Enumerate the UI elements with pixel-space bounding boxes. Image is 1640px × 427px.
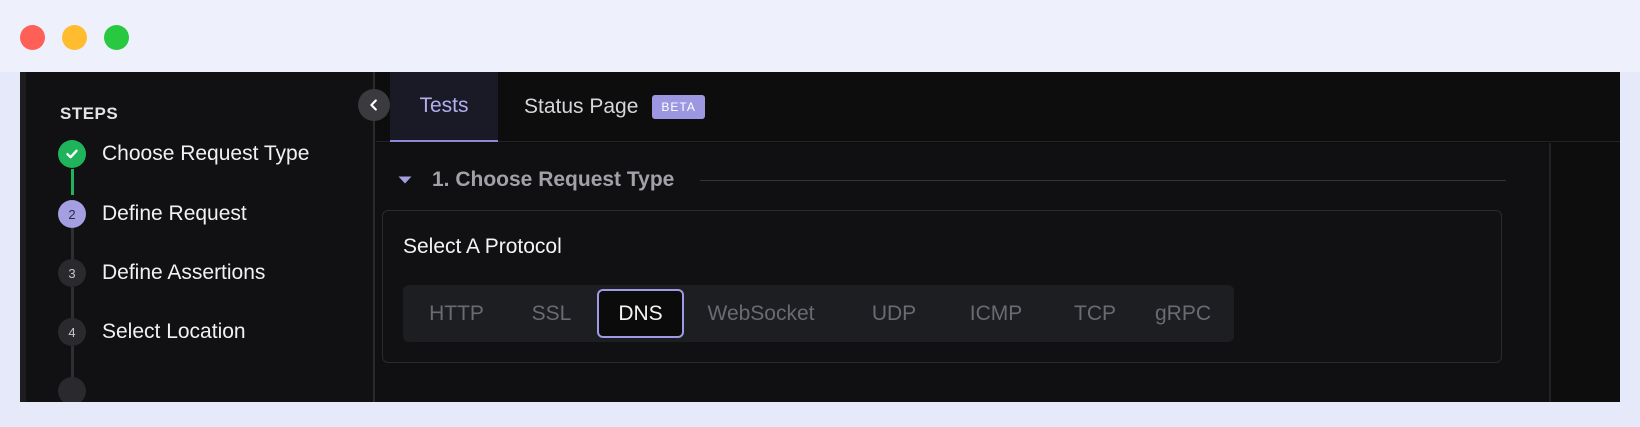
check-icon: [58, 140, 86, 168]
step-define-assertions[interactable]: 3 Define Assertions: [58, 258, 265, 288]
tab-label: Status Page: [524, 95, 639, 118]
content-gutter: [1549, 143, 1551, 402]
caret-down-icon[interactable]: [396, 171, 414, 189]
protocol-http-button[interactable]: HTTP: [409, 289, 504, 338]
tab-bar: Tests Status Page BETA: [376, 72, 1620, 142]
steps-sidebar: STEPS Choose Request Type 2 Define Reque…: [20, 72, 374, 402]
chevron-left-icon: [370, 99, 377, 111]
step-select-location[interactable]: 4 Select Location: [58, 317, 246, 347]
step-define-request[interactable]: 2 Define Request: [58, 199, 247, 229]
protocol-grpc-button[interactable]: gRPC: [1138, 289, 1228, 338]
app-content: STEPS Choose Request Type 2 Define Reque…: [20, 72, 1620, 402]
protocol-icmp-button[interactable]: ICMP: [946, 289, 1046, 338]
section-title: 1. Choose Request Type: [432, 168, 675, 191]
step-number: 2: [58, 200, 86, 228]
minimize-window-button[interactable]: [62, 25, 87, 50]
step-choose-request-type[interactable]: Choose Request Type: [58, 139, 309, 169]
step-label: Select Location: [102, 320, 246, 343]
protocol-dns-button[interactable]: DNS: [597, 289, 684, 338]
protocol-ssl-button[interactable]: SSL: [504, 289, 599, 338]
protocol-websocket-button[interactable]: WebSocket: [686, 289, 836, 338]
maximize-window-button[interactable]: [104, 25, 129, 50]
tab-label: Tests: [419, 94, 469, 117]
app-window: STEPS Choose Request Type 2 Define Reque…: [0, 0, 1640, 427]
step-number: 3: [58, 259, 86, 287]
step-label: Define Request: [102, 202, 247, 225]
collapse-sidebar-button[interactable]: [358, 89, 390, 121]
protocol-tcp-button[interactable]: TCP: [1051, 289, 1139, 338]
main-panel: Tests Status Page BETA 1. Choose Request…: [376, 72, 1620, 402]
steps-heading: STEPS: [60, 104, 119, 123]
section-header[interactable]: 1. Choose Request Type: [396, 165, 1506, 195]
sidebar-divider: [373, 72, 375, 402]
protocol-card: Select A Protocol HTTP SSL DNS WebSocket…: [382, 210, 1502, 363]
step-connector-complete: [71, 169, 74, 195]
step-label: Choose Request Type: [102, 142, 310, 165]
step-connector: [71, 228, 74, 260]
close-window-button[interactable]: [20, 25, 45, 50]
step-number: 4: [58, 318, 86, 346]
tab-status-page[interactable]: Status Page BETA: [524, 72, 705, 142]
step-label: Define Assertions: [102, 261, 266, 284]
step-marker: [58, 377, 86, 402]
protocol-segmented-control: HTTP SSL DNS WebSocket UDP ICMP TCP gRPC: [403, 285, 1234, 342]
protocol-udp-button[interactable]: UDP: [849, 289, 939, 338]
step-partial-hidden: [58, 376, 86, 402]
content-area: 1. Choose Request Type Select A Protocol…: [376, 143, 1551, 402]
step-connector: [71, 287, 74, 319]
protocol-prompt: Select A Protocol: [403, 235, 562, 258]
window-titlebar: [0, 0, 1640, 72]
tab-tests[interactable]: Tests: [390, 72, 498, 142]
section-divider: [700, 179, 1506, 181]
beta-badge: BETA: [652, 95, 705, 119]
